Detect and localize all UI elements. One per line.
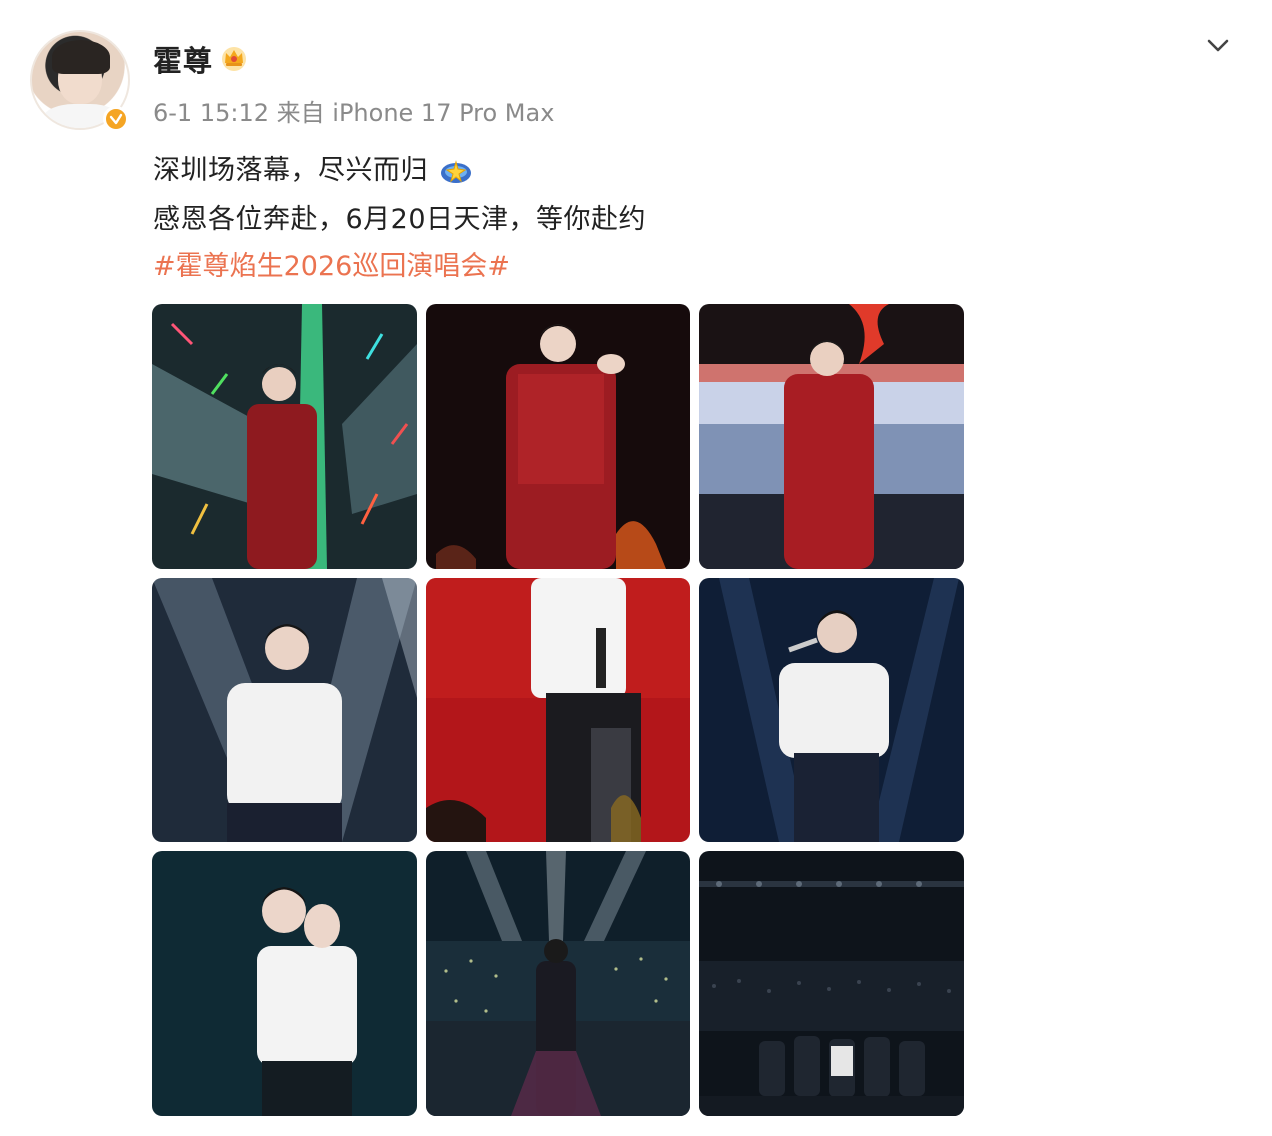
source-prefix: 来自: [276, 99, 325, 127]
concert-photo-2[interactable]: [426, 304, 690, 569]
post-text-line1-content: 深圳场落幕，尽兴而归: [153, 155, 428, 186]
crown-icon: [222, 47, 246, 71]
sparkle-emoji-icon: [441, 159, 472, 183]
concert-photo-7[interactable]: [152, 851, 417, 1116]
checkmark-icon: [109, 113, 123, 125]
concert-photo-5[interactable]: [426, 578, 690, 842]
avatar-hair: [52, 40, 110, 74]
photo-grid: [152, 304, 964, 1116]
source-device[interactable]: iPhone 17 Pro Max: [332, 99, 554, 127]
post-meta: 6-1 15:12 来自 iPhone 17 Pro Max: [153, 93, 554, 128]
concert-photo-6[interactable]: [699, 578, 964, 842]
concert-photo-4[interactable]: [152, 578, 417, 842]
concert-photo-1[interactable]: [152, 304, 417, 569]
hashtag-link[interactable]: #霍尊焰生2026巡回演唱会#: [153, 244, 510, 283]
verified-badge-icon: [103, 106, 129, 132]
concert-photo-9[interactable]: [699, 851, 964, 1116]
chevron-down-icon[interactable]: [1204, 34, 1232, 58]
username[interactable]: 霍尊: [153, 38, 213, 80]
post-text-line1: 深圳场落幕，尽兴而归: [153, 148, 473, 187]
post-timestamp: 6-1 15:12: [153, 99, 269, 127]
post-text-line2: 感恩各位奔赴，6月20日天津，等你赴约: [153, 204, 647, 235]
concert-photo-3[interactable]: [699, 304, 964, 569]
concert-photo-8[interactable]: [426, 851, 690, 1116]
weibo-post: 霍尊 6-1 15:12 来自 iPhone 17 Pro Max 深圳场落幕，…: [0, 0, 1272, 1136]
